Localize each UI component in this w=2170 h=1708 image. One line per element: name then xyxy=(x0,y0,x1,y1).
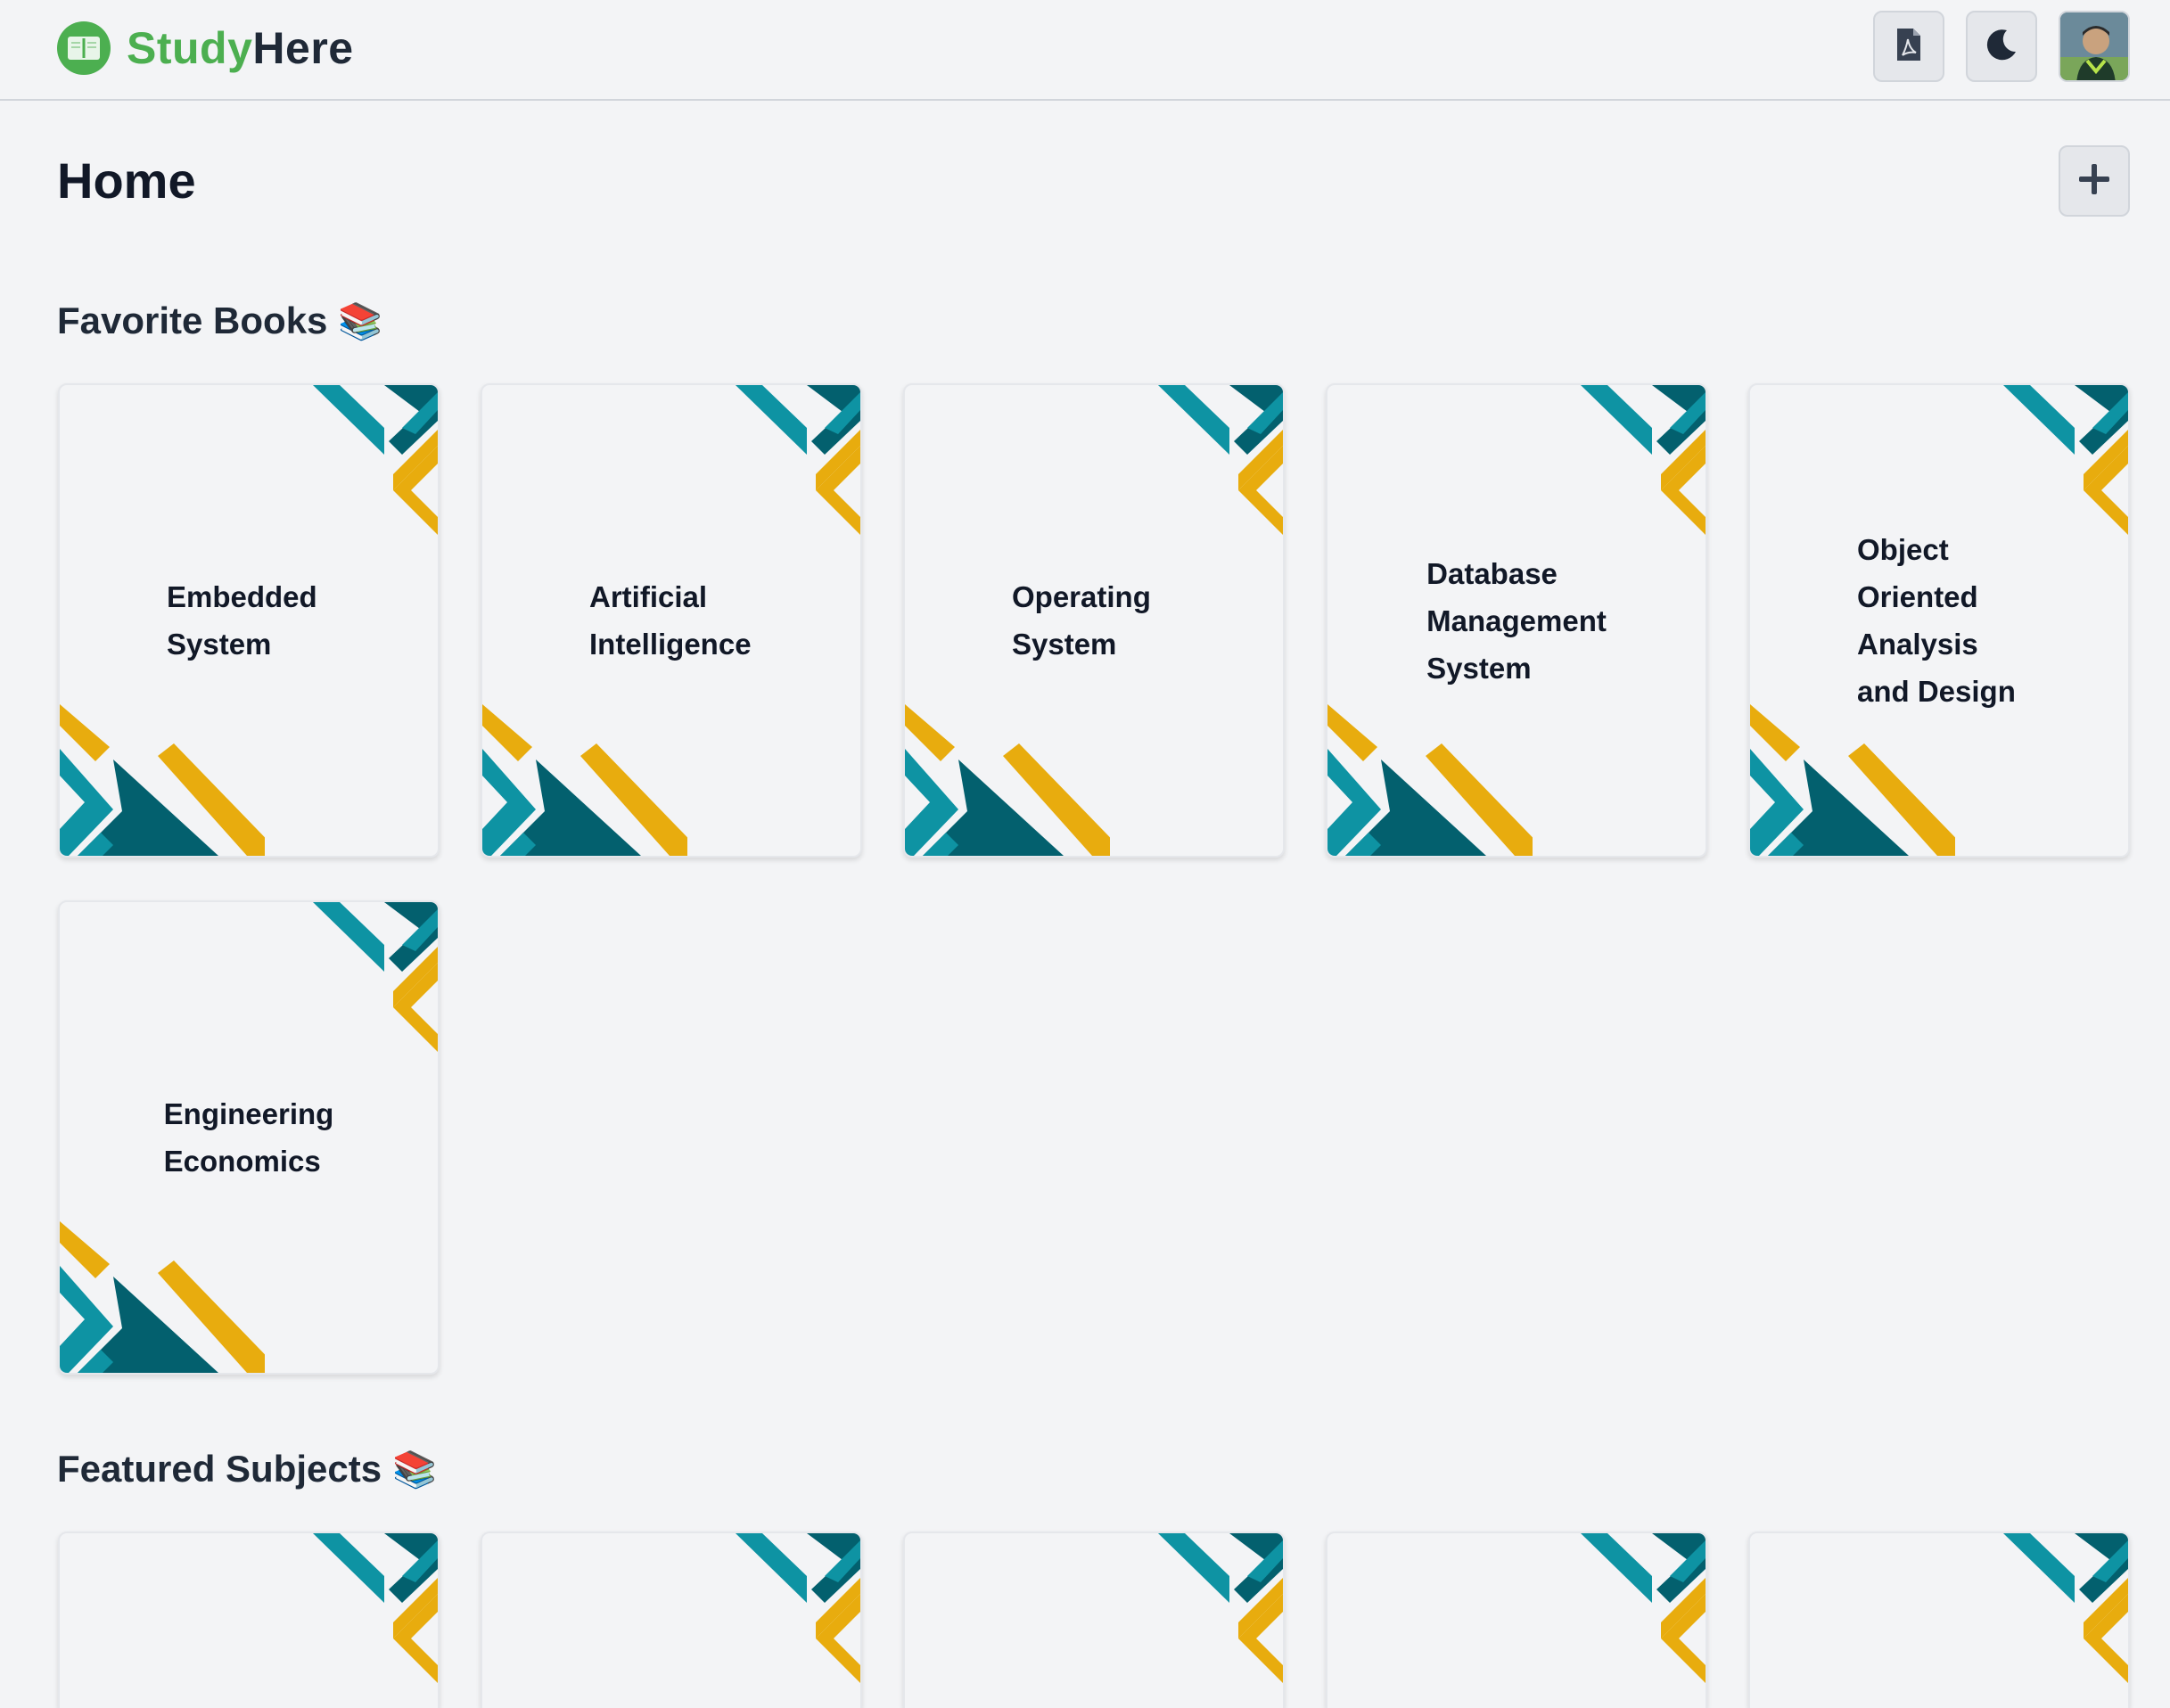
book-card[interactable]: Embedded System xyxy=(58,383,440,858)
avatar[interactable] xyxy=(2059,11,2130,82)
book-card-title: Operating System xyxy=(1012,580,1151,661)
favorite-books-title: Favorite Books xyxy=(57,300,328,341)
brand-name-part1: Study xyxy=(127,23,253,73)
book-card[interactable]: Database Management System xyxy=(1326,383,1707,858)
subject-card[interactable] xyxy=(1748,1531,2130,1708)
page-title: Home xyxy=(57,152,196,209)
top-navbar: StudyHere xyxy=(0,0,2170,101)
book-logo-icon xyxy=(57,21,111,75)
book-card-title-wrap: Embedded System xyxy=(60,385,438,856)
cover-corner-decoration xyxy=(313,1533,438,1683)
brand-name-part2: Here xyxy=(252,23,354,73)
subject-card[interactable] xyxy=(903,1531,1285,1708)
subject-card[interactable] xyxy=(481,1531,862,1708)
books-emoji-icon: 📚 xyxy=(392,1449,437,1490)
subject-card[interactable] xyxy=(1326,1531,1707,1708)
book-card-title: Engineering Economics xyxy=(163,1097,334,1178)
book-card[interactable]: Operating System xyxy=(903,383,1285,858)
pdf-button[interactable] xyxy=(1873,11,1944,82)
subject-card[interactable] xyxy=(58,1531,440,1708)
book-card-title-wrap: Artificial Intelligence xyxy=(482,385,860,856)
theme-toggle-button[interactable] xyxy=(1966,11,2037,82)
cover-corner-decoration xyxy=(2003,1533,2128,1683)
book-card-title: Artificial Intelligence xyxy=(589,580,752,661)
cover-corner-decoration xyxy=(1581,1533,1706,1683)
pdf-file-icon xyxy=(1895,27,1923,67)
books-emoji-icon: 📚 xyxy=(338,301,383,341)
favorite-books-heading: Favorite Books 📚 xyxy=(57,300,382,342)
add-button[interactable] xyxy=(2059,145,2130,217)
book-card[interactable]: Object Oriented Analysis and Design xyxy=(1748,383,2130,858)
featured-subjects-heading: Featured Subjects 📚 xyxy=(57,1448,437,1490)
brand-logo-link[interactable]: StudyHere xyxy=(57,20,354,77)
book-card-title-wrap: Database Management System xyxy=(1327,385,1706,856)
cover-corner-decoration xyxy=(736,1533,860,1683)
book-card-title-wrap: Operating System xyxy=(905,385,1283,856)
book-card-title-wrap: Object Oriented Analysis and Design xyxy=(1750,385,2128,856)
cover-corner-decoration xyxy=(1158,1533,1283,1683)
book-card-title-wrap: Engineering Economics xyxy=(60,902,438,1373)
book-card-title: Embedded System xyxy=(167,580,317,661)
featured-subjects-title: Featured Subjects xyxy=(57,1448,382,1490)
moon-icon xyxy=(1984,27,2019,67)
book-card-title: Object Oriented Analysis and Design xyxy=(1857,533,2016,708)
plus-icon xyxy=(2077,162,2111,201)
book-card[interactable]: Engineering Economics xyxy=(58,900,440,1375)
book-card[interactable]: Artificial Intelligence xyxy=(481,383,862,858)
book-card-title: Database Management System xyxy=(1426,556,1607,685)
brand-name: StudyHere xyxy=(127,22,354,74)
